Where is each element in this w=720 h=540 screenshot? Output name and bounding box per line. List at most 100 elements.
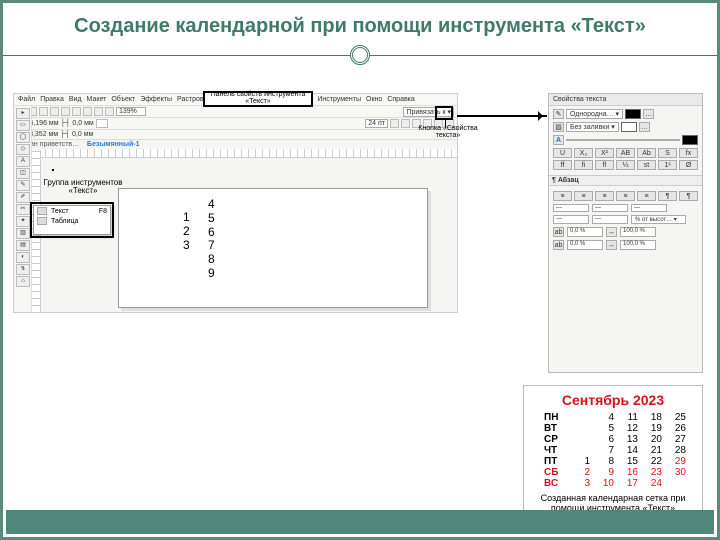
track2-val[interactable]: 100,0 % [620, 240, 656, 250]
menu-item[interactable]: Макет [87, 96, 107, 103]
tool-button[interactable]: A [16, 156, 30, 167]
redo-icon[interactable] [105, 107, 114, 116]
indent-right[interactable]: — [592, 204, 628, 212]
menu-item[interactable]: Правка [40, 96, 64, 103]
space-before[interactable]: — [553, 215, 589, 224]
caps-icon[interactable]: AB [616, 148, 635, 158]
more2-icon[interactable]: … [639, 122, 650, 132]
opt2-icon[interactable]: fi [574, 160, 593, 170]
tool-button[interactable]: ✎ [16, 180, 30, 191]
tool-button[interactable]: ▸ [16, 108, 30, 119]
fontsize-field[interactable]: 24 пт [365, 119, 388, 128]
toolbox: ▸▭◯◇A◫✎✐✂✦▥▤◐↯⌂ [14, 106, 32, 312]
track-val[interactable]: 100,0 % [620, 227, 656, 237]
tool-button[interactable]: ◐ [16, 252, 30, 263]
dim-h: ├┤ 0,0 мм [60, 131, 93, 138]
menu-item[interactable]: Эффекты [140, 96, 172, 103]
cut-icon[interactable] [61, 107, 70, 116]
paste-icon[interactable] [83, 107, 92, 116]
flyout-item-table[interactable]: Таблица [34, 216, 110, 226]
slide: Создание календарной при помощи инструме… [0, 0, 720, 540]
footer-bar [6, 510, 714, 534]
flyout-item-text[interactable]: Текст F8 [34, 206, 110, 216]
font-color-swatch[interactable] [682, 135, 698, 145]
divider [3, 43, 717, 67]
tool-button[interactable]: ▤ [16, 240, 30, 251]
lock-icon[interactable] [96, 119, 108, 128]
calendar-cell: 16 [618, 467, 640, 478]
more-icon[interactable]: … [643, 109, 654, 119]
doc-tab[interactable]: Безымянный-1 [87, 141, 140, 148]
strike-icon[interactable]: S [658, 148, 677, 158]
tool-button[interactable]: ✐ [16, 192, 30, 203]
rtl-icon[interactable]: ¶ [658, 191, 677, 201]
tool-button[interactable]: ⌂ [16, 276, 30, 287]
menu-item[interactable]: Инструменты [317, 96, 361, 103]
align-center-icon[interactable]: ≡ [574, 191, 593, 201]
zoom-field[interactable]: 139% [116, 107, 146, 116]
tool-button[interactable]: ✂ [16, 204, 30, 215]
line-height-mode[interactable]: % от высот… ▾ [631, 215, 686, 224]
tool-button[interactable]: ↯ [16, 264, 30, 275]
underline-opt-icon[interactable]: U [553, 148, 572, 158]
menu-item[interactable]: Справка [387, 96, 414, 103]
opt1-icon[interactable]: ff [553, 160, 572, 170]
textprops-callout-label: Кнопка «Свойства текста» [413, 125, 483, 140]
smallcaps-icon[interactable]: Ab [637, 148, 656, 158]
menu-item[interactable]: Объект [111, 96, 135, 103]
copy-icon[interactable] [72, 107, 81, 116]
indent-first[interactable]: — [631, 204, 667, 212]
calendar-cell: 18 [642, 412, 664, 423]
opt6-icon[interactable]: 1ˢ [658, 160, 677, 170]
kern-icon[interactable]: ab [553, 227, 564, 237]
outline-dropdown[interactable]: Однородна… ▾ [566, 109, 623, 119]
font-dropdown[interactable] [566, 139, 680, 141]
tab-strip: Экран приветств… Безымянный-1 [14, 140, 457, 149]
track-icon[interactable]: ↔ [606, 227, 617, 237]
tool-button[interactable]: ◫ [16, 168, 30, 179]
bold-icon[interactable] [390, 119, 399, 128]
sup-icon[interactable]: X² [595, 148, 614, 158]
outline-icon[interactable]: ✎ [553, 109, 564, 119]
tool-button[interactable]: ◯ [16, 132, 30, 143]
opt4-icon[interactable]: ¼ [616, 160, 635, 170]
track2-icon[interactable]: ↔ [606, 240, 617, 250]
fill-icon[interactable]: ▨ [553, 122, 564, 132]
opt7-icon[interactable]: Ø [679, 160, 698, 170]
sub-icon[interactable]: X₂ [574, 148, 593, 158]
indent-left[interactable]: — [553, 204, 589, 212]
tool-button[interactable]: ▭ [16, 120, 30, 131]
fill-dropdown[interactable]: Без заливки ▾ [566, 122, 619, 132]
canvas-text-col2: 4 5 6 7 8 9 [208, 198, 215, 281]
save-icon[interactable] [39, 107, 48, 116]
space-after[interactable]: — [592, 215, 628, 224]
fill-swatch[interactable] [621, 122, 637, 132]
opt5-icon[interactable]: st [637, 160, 656, 170]
kern-val[interactable]: 0,0 % [567, 227, 603, 237]
tool-button[interactable]: ✦ [16, 216, 30, 227]
outline-swatch[interactable] [625, 109, 641, 119]
menu-item[interactable]: Окно [366, 96, 382, 103]
dim-w: ├┤ 0,0 мм [61, 120, 94, 127]
align-right-icon[interactable]: ≡ [595, 191, 614, 201]
italic-icon[interactable] [401, 119, 410, 128]
calendar-cell: 15 [618, 456, 640, 467]
toolbar-property-2: Y: 38,352 мм ├┤ 0,0 мм [14, 130, 457, 140]
kern2-icon[interactable]: ab [553, 240, 564, 250]
align-justify-icon[interactable]: ≡ [616, 191, 635, 201]
opt3-icon[interactable]: fl [595, 160, 614, 170]
ltr-icon[interactable]: ¶ [679, 191, 698, 201]
align-full-icon[interactable]: ≡ [637, 191, 656, 201]
align-left-icon[interactable]: ≡ [553, 191, 572, 201]
undo-icon[interactable] [94, 107, 103, 116]
menu-item[interactable]: Вид [69, 96, 82, 103]
fx-icon[interactable]: fx [679, 148, 698, 158]
menu-item[interactable]: Файл [18, 96, 35, 103]
print-icon[interactable] [50, 107, 59, 116]
kern2-val[interactable]: 0,0 % [567, 240, 603, 250]
canvas-text-col1: 1 2 3 [183, 211, 190, 252]
tool-button[interactable]: ▥ [16, 228, 30, 239]
calendar-day-label: ПТ [538, 456, 568, 467]
calendar-cell: 5 [594, 423, 616, 434]
tool-button[interactable]: ◇ [16, 144, 30, 155]
